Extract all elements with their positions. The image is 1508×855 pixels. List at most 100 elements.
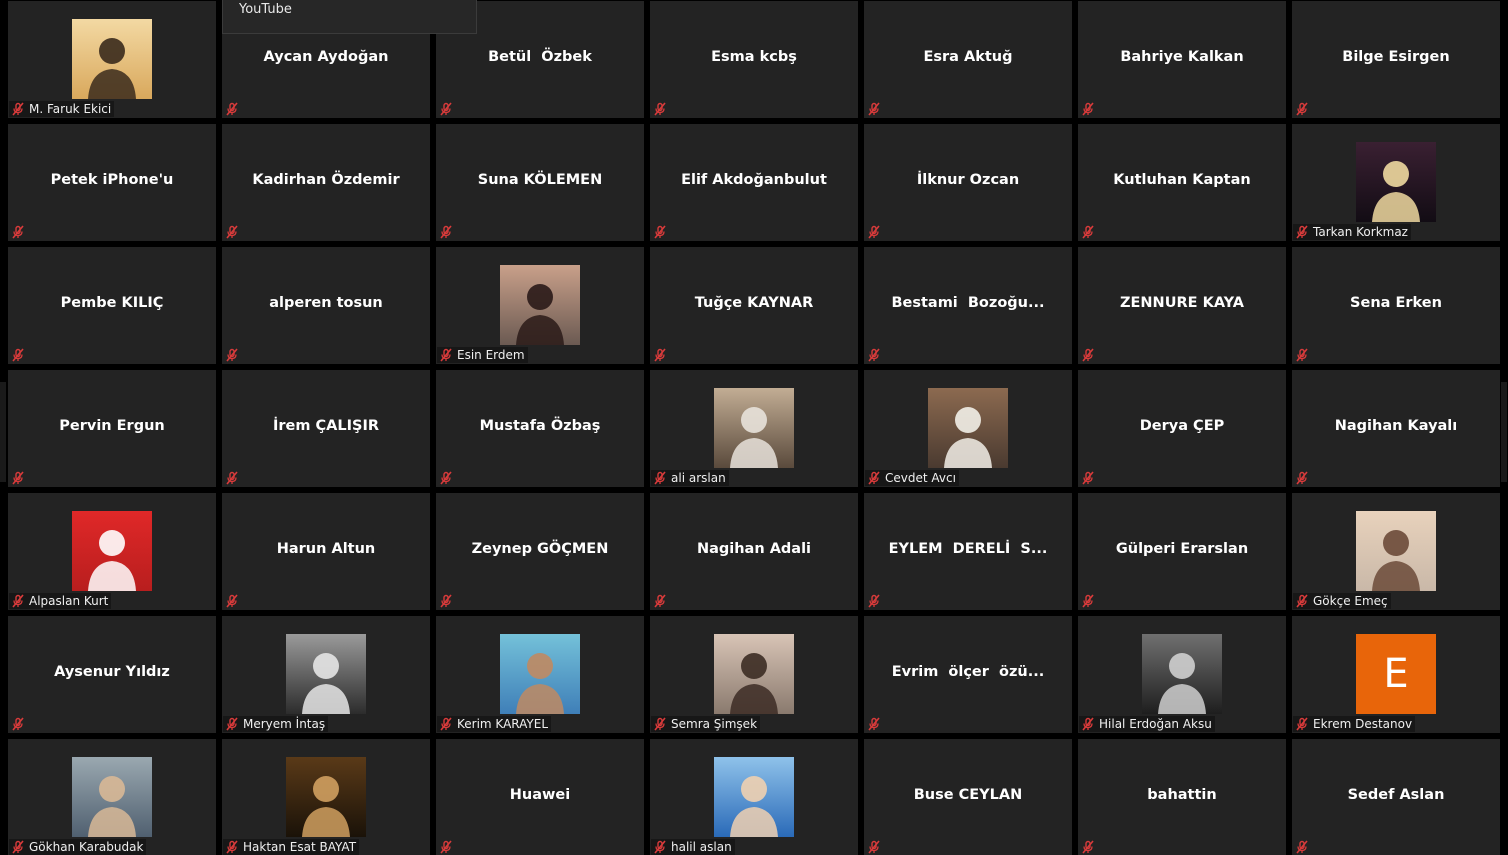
participant-tile[interactable]: Derya ÇEP	[1078, 370, 1286, 487]
participant-tile[interactable]: Pervin Ergun	[8, 370, 216, 487]
microphone-muted-icon	[439, 102, 453, 116]
participant-status-bar	[223, 101, 242, 117]
participant-name: Nagihan Adali	[696, 541, 812, 557]
participant-tile[interactable]: Zeynep GÖÇMEN	[436, 493, 644, 610]
participant-tile[interactable]: Alpaslan Kurt	[8, 493, 216, 610]
participant-status-bar	[223, 470, 242, 486]
participant-status-bar: ali arslan	[651, 470, 729, 486]
participant-tile[interactable]: Gökçe Emeç	[1292, 493, 1500, 610]
microphone-muted-icon	[439, 840, 453, 854]
participant-tile[interactable]: Bestami Bozoğu...	[864, 247, 1072, 364]
microphone-muted-icon	[1295, 471, 1309, 485]
participant-tile[interactable]: Nagihan Adali	[650, 493, 858, 610]
participant-tile[interactable]: Petek iPhone'u	[8, 124, 216, 241]
participant-name: Sena Erken	[1350, 295, 1442, 311]
participant-tile[interactable]: Bilge Esirgen	[1292, 1, 1500, 118]
participant-tile[interactable]: E Ekrem Destanov	[1292, 616, 1500, 733]
microphone-muted-icon	[1081, 594, 1095, 608]
participant-tile[interactable]: alperen tosun	[222, 247, 430, 364]
participant-status-bar	[651, 347, 670, 363]
microphone-muted-icon	[867, 594, 881, 608]
microphone-muted-icon	[11, 840, 25, 854]
participant-tile[interactable]: Kerim KARAYEL	[436, 616, 644, 733]
participant-label: Semra Şimşek	[671, 717, 758, 731]
participant-tile[interactable]: bahattin	[1078, 739, 1286, 855]
participant-tile[interactable]: Elif Akdoğanbulut	[650, 124, 858, 241]
participant-tile[interactable]: Sena Erken	[1292, 247, 1500, 364]
microphone-muted-icon	[1081, 102, 1095, 116]
participant-tile[interactable]: İlknur Ozcan	[864, 124, 1072, 241]
participant-name: bahattin	[1147, 787, 1217, 803]
participant-tile[interactable]: Esra Aktuğ	[864, 1, 1072, 118]
participant-tile[interactable]: Buse CEYLAN	[864, 739, 1072, 855]
participant-name: Petek iPhone'u	[50, 172, 174, 188]
youtube-menu-item[interactable]: YouTube	[222, 0, 477, 34]
participant-label: ali arslan	[671, 471, 726, 485]
participant-tile[interactable]: Nagihan Kayalı	[1292, 370, 1500, 487]
participant-status-bar	[9, 347, 28, 363]
participant-tile[interactable]: halil aslan	[650, 739, 858, 855]
microphone-muted-icon	[1081, 348, 1095, 362]
youtube-menu-label: YouTube	[239, 2, 292, 17]
participant-status-bar: Cevdet Avcı	[865, 470, 959, 486]
participant-tile[interactable]: Kutluhan Kaptan	[1078, 124, 1286, 241]
participant-tile[interactable]: EYLEM DERELİ S...	[864, 493, 1072, 610]
participant-status-bar	[223, 347, 242, 363]
participant-tile[interactable]: Sedef Aslan	[1292, 739, 1500, 855]
participant-name: Esma kcbş	[711, 49, 797, 65]
participant-tile[interactable]: Harun Altun	[222, 493, 430, 610]
participant-status-bar	[437, 224, 456, 240]
participant-name: Elif Akdoğanbulut	[681, 172, 827, 188]
participant-tile[interactable]: Meryem İntaş	[222, 616, 430, 733]
participant-tile[interactable]: Huawei	[436, 739, 644, 855]
participant-tile[interactable]: Bahriye Kalkan	[1078, 1, 1286, 118]
participant-tile[interactable]: ali arslan	[650, 370, 858, 487]
participant-tile[interactable]: ZENNURE KAYA	[1078, 247, 1286, 364]
profile-photo	[714, 388, 794, 468]
participant-tile[interactable]: M. Faruk Ekici	[8, 1, 216, 118]
microphone-muted-icon	[225, 840, 239, 854]
next-page-handle[interactable]	[1501, 382, 1507, 482]
participant-tile[interactable]: Evrim ölçer özü...	[864, 616, 1072, 733]
profile-photo	[286, 757, 366, 837]
participant-tile[interactable]: Esin Erdem	[436, 247, 644, 364]
participant-tile[interactable]: Suna KÖLEMEN	[436, 124, 644, 241]
participant-status-bar	[9, 716, 28, 732]
participant-tile[interactable]: Tuğçe KAYNAR	[650, 247, 858, 364]
participant-name: Betül Özbek	[488, 49, 592, 65]
profile-photo	[928, 388, 1008, 468]
participant-tile[interactable]: Semra Şimşek	[650, 616, 858, 733]
microphone-muted-icon	[867, 471, 881, 485]
previous-page-handle[interactable]	[0, 382, 6, 482]
participant-tile[interactable]: Pembe KILIÇ	[8, 247, 216, 364]
participant-tile[interactable]: Gülperi Erarslan	[1078, 493, 1286, 610]
microphone-muted-icon	[11, 225, 25, 239]
microphone-muted-icon	[439, 348, 453, 362]
participant-tile[interactable]: Aysenur Yıldız	[8, 616, 216, 733]
participant-tile[interactable]: Kadirhan Özdemir	[222, 124, 430, 241]
participant-tile[interactable]: İrem ÇALIŞIR	[222, 370, 430, 487]
participant-tile[interactable]: Tarkan Korkmaz	[1292, 124, 1500, 241]
participant-tile[interactable]: Hilal Erdoğan Aksu	[1078, 616, 1286, 733]
participant-name: Mustafa Özbaş	[479, 418, 601, 434]
participant-status-bar: Esin Erdem	[437, 347, 528, 363]
participant-tile[interactable]: Gökhan Karabudak	[8, 739, 216, 855]
participant-tile[interactable]: Haktan Esat BAYAT	[222, 739, 430, 855]
microphone-muted-icon	[653, 717, 667, 731]
video-gallery: M. Faruk Ekici Aycan Aydoğan Betül Özbek Es…	[0, 0, 1508, 855]
participant-status-bar	[1079, 224, 1098, 240]
participant-tile[interactable]: Cevdet Avcı	[864, 370, 1072, 487]
participant-tile[interactable]: Esma kcbş	[650, 1, 858, 118]
participant-status-bar	[437, 470, 456, 486]
participant-tile[interactable]: Mustafa Özbaş	[436, 370, 644, 487]
participant-name: Huawei	[509, 787, 571, 803]
microphone-muted-icon	[867, 840, 881, 854]
microphone-muted-icon	[1295, 717, 1309, 731]
participant-name: Gülperi Erarslan	[1115, 541, 1249, 557]
participant-status-bar	[651, 101, 670, 117]
microphone-muted-icon	[225, 594, 239, 608]
participant-status-bar	[9, 224, 28, 240]
participant-name: EYLEM DERELİ S...	[888, 541, 1048, 557]
participant-status-bar: Meryem İntaş	[223, 716, 329, 732]
participant-name: Aycan Aydoğan	[263, 49, 389, 65]
